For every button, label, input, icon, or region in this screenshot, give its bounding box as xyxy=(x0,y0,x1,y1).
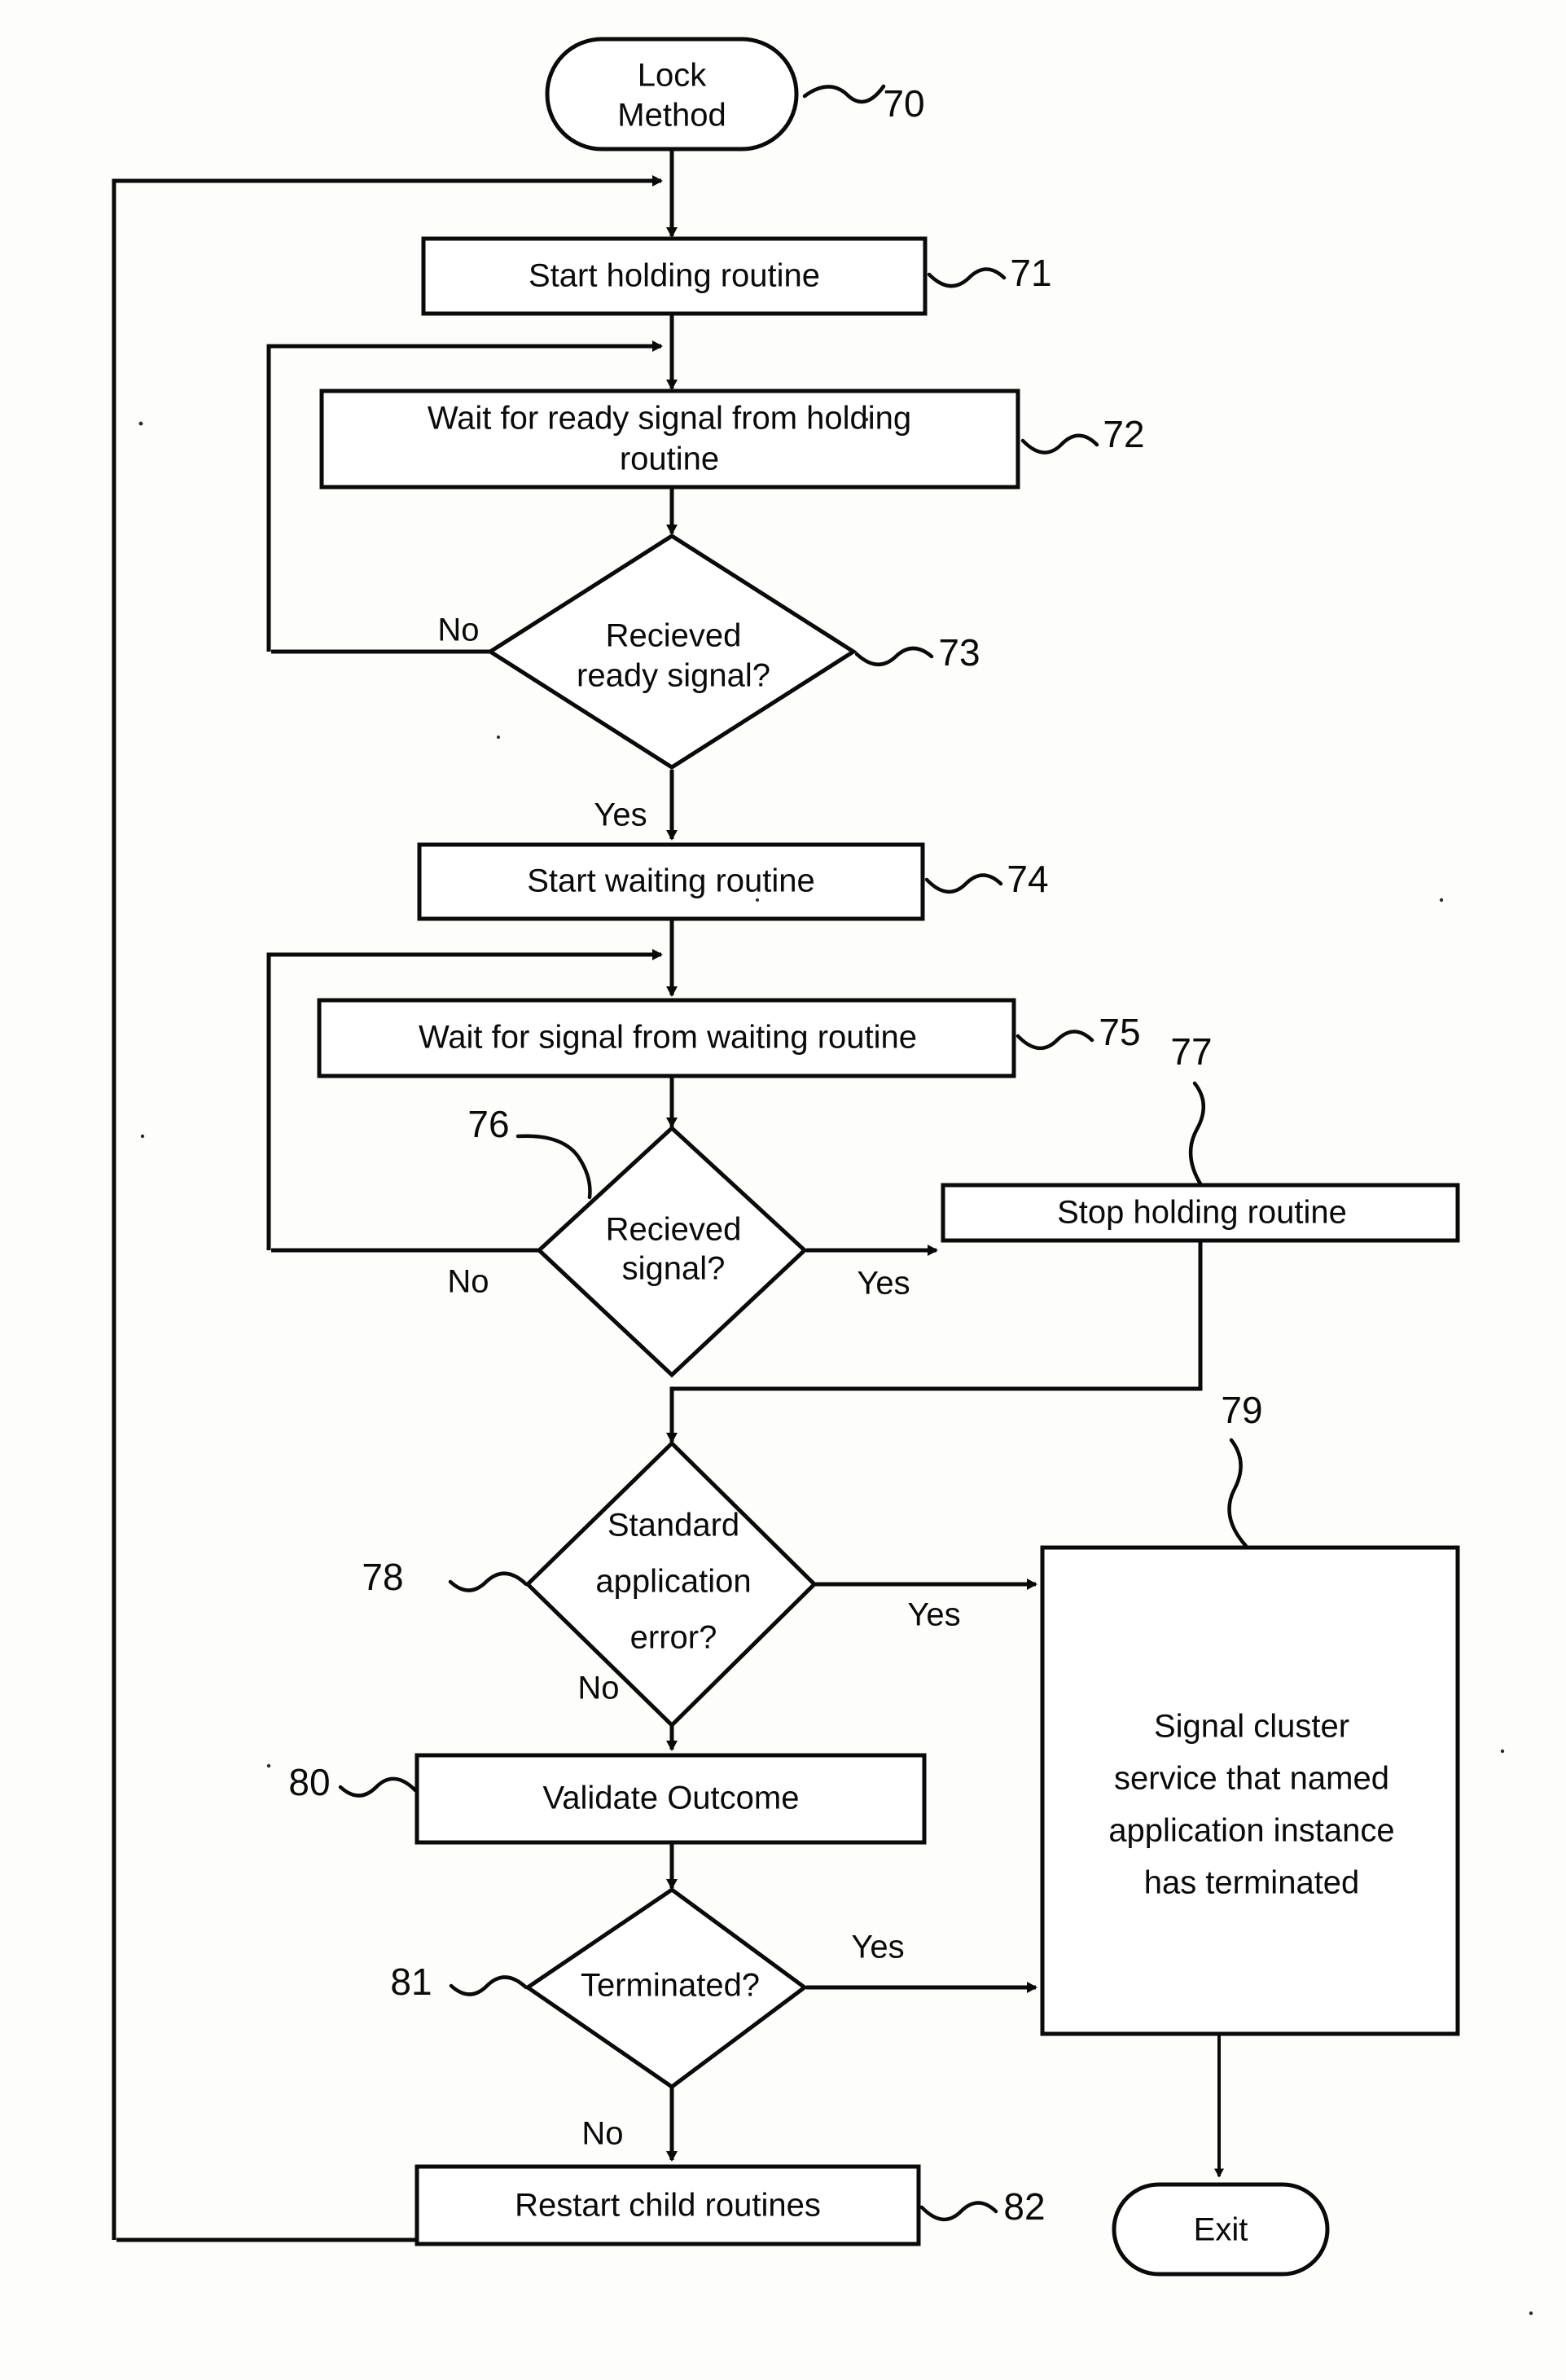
patent-figure-canvas: Lock Method Start holding routine Wait f… xyxy=(0,0,1566,2380)
edge-82-return-rail xyxy=(112,175,663,2240)
node-80-label: Validate Outcome xyxy=(543,1781,800,1816)
node-75-label: Wait for signal from waiting routine xyxy=(419,1020,917,1056)
leader-80 xyxy=(338,1776,418,1798)
node-73-line1: Recieved xyxy=(606,618,742,654)
leader-78 xyxy=(448,1571,529,1592)
node-78-line1: Standard xyxy=(608,1508,739,1543)
leader-72 xyxy=(1020,433,1099,454)
node-79-line3: application instance xyxy=(1108,1813,1394,1849)
leader-70 xyxy=(802,84,886,104)
node-start-line2: Method xyxy=(617,98,726,134)
edge-label-81-no: No xyxy=(581,2116,623,2152)
scan-speck xyxy=(138,421,143,426)
node-82-label: Restart child routines xyxy=(515,2188,821,2224)
node-79-line1: Signal cluster xyxy=(1154,1709,1349,1745)
node-exit-label: Exit xyxy=(1194,2212,1248,2248)
scan-speck xyxy=(266,1763,271,1768)
node-73-line2: ready signal? xyxy=(577,658,770,694)
leader-74 xyxy=(924,873,1003,894)
node-72-line1: Wait for ready signal from holding xyxy=(428,401,911,437)
ref-num-76: 76 xyxy=(467,1103,509,1145)
ref-num-82: 82 xyxy=(1003,2185,1045,2228)
ref-num-81: 81 xyxy=(390,1961,432,2003)
node-81-label: Terminated? xyxy=(581,1968,760,2004)
scan-speck xyxy=(756,898,759,902)
ref-num-72: 72 xyxy=(1103,413,1144,455)
node-71-label: Start holding routine xyxy=(529,258,820,294)
edge-label-78-no: No xyxy=(577,1671,619,1706)
leader-81 xyxy=(449,1975,529,1996)
leader-73 xyxy=(854,646,934,666)
node-72-line2: routine xyxy=(620,441,719,477)
ref-num-77: 77 xyxy=(1170,1030,1212,1073)
ref-num-73: 73 xyxy=(938,631,980,674)
lock-method-flowchart: Lock Method Start holding routine Wait f… xyxy=(112,37,1533,2316)
edge-label-73-no: No xyxy=(437,613,479,648)
scan-speck xyxy=(497,736,500,739)
ref-num-78: 78 xyxy=(362,1556,403,1598)
edge-label-76-no: No xyxy=(447,1264,489,1300)
leader-75 xyxy=(1015,1030,1094,1050)
ref-num-74: 74 xyxy=(1007,858,1048,900)
edge-label-78-yes: Yes xyxy=(907,1597,960,1633)
ref-num-71: 71 xyxy=(1010,252,1051,294)
edge-label-73-yes: Yes xyxy=(594,797,647,833)
ref-num-80: 80 xyxy=(288,1761,330,1803)
leader-77 xyxy=(1188,1081,1205,1188)
ref-num-70: 70 xyxy=(883,82,924,125)
scan-speck xyxy=(140,1134,145,1139)
node-76-line2: signal? xyxy=(622,1251,726,1287)
node-start-line1: Lock xyxy=(638,58,707,94)
leader-82 xyxy=(919,2201,998,2221)
ref-num-75: 75 xyxy=(1099,1011,1140,1053)
edge-label-81-yes: Yes xyxy=(851,1930,904,1965)
node-79-line2: service that named xyxy=(1114,1761,1389,1797)
leader-71 xyxy=(927,267,1007,288)
node-78-line2: application xyxy=(595,1564,751,1600)
scan-speck xyxy=(1500,1749,1505,1754)
leader-79 xyxy=(1227,1438,1248,1548)
ref-num-79: 79 xyxy=(1221,1389,1262,1431)
node-77-label: Stop holding routine xyxy=(1057,1195,1347,1231)
node-79-line4: has terminated xyxy=(1144,1865,1360,1901)
node-76-line1: Recieved xyxy=(606,1212,742,1248)
scan-speck xyxy=(1439,898,1444,902)
leader-76 xyxy=(515,1134,592,1200)
node-78-line3: error? xyxy=(630,1620,717,1656)
scan-speck xyxy=(864,417,869,422)
edge-label-76-yes: Yes xyxy=(857,1266,910,1302)
scan-speck xyxy=(1529,2311,1533,2316)
node-74-label: Start waiting routine xyxy=(527,863,815,899)
